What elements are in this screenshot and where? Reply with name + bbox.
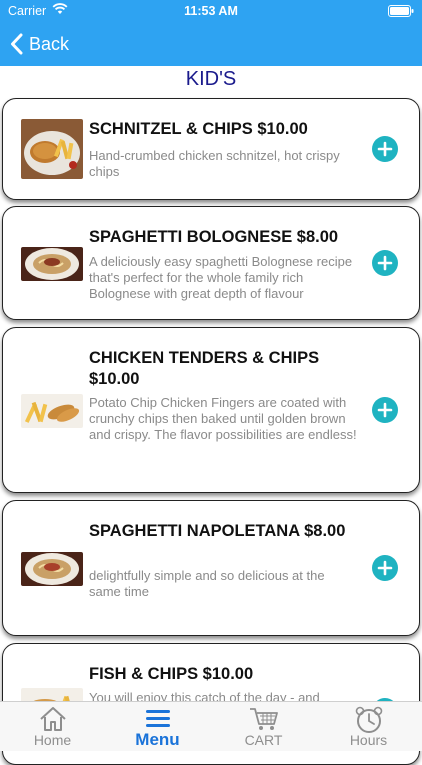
back-button[interactable]: Back: [10, 30, 69, 58]
tab-menu[interactable]: Menu: [105, 702, 210, 751]
tab-bar: Home Menu CART Hours: [0, 701, 422, 751]
back-label: Back: [29, 33, 70, 54]
page-title: KID'S: [185, 68, 237, 90]
menu-item-card[interactable]: SPAGHETTI BOLOGNESE $8.00 A deliciously …: [2, 206, 420, 320]
menu-icon: [105, 706, 210, 730]
menu-item-card[interactable]: SPAGHETTI NAPOLETANA $8.00 delightfully …: [2, 500, 420, 636]
add-to-cart-button[interactable]: [372, 250, 398, 276]
home-icon: [0, 706, 105, 732]
tab-home[interactable]: Home: [0, 702, 105, 751]
chevron-left-icon: [10, 33, 23, 55]
add-to-cart-button[interactable]: [372, 397, 398, 423]
tab-label: Home: [33, 732, 72, 748]
status-time: 11:53 AM: [184, 4, 238, 18]
plus-icon: [377, 402, 393, 418]
menu-item-description: A deliciously easy spaghetti Bolognese r…: [89, 254, 353, 301]
battery-icon: [388, 5, 414, 20]
status-bar: Carrier 11:53 AM: [0, 0, 422, 22]
menu-item-description: delightfully simple and so delicious at …: [89, 568, 325, 599]
clock-icon: [316, 706, 421, 734]
menu-item-title: SPAGHETTI NAPOLETANA $8.00: [89, 522, 346, 540]
food-image: [21, 552, 83, 586]
tab-label: Menu: [135, 730, 180, 749]
menu-item-card[interactable]: SCHNITZEL & CHIPS $10.00 Hand-crumbed ch…: [2, 98, 420, 200]
cart-icon: [211, 706, 316, 732]
menu-item-title: SPAGHETTI BOLOGNESE $8.00: [89, 228, 339, 246]
tab-hours[interactable]: Hours: [316, 702, 421, 751]
plus-icon: [377, 255, 393, 271]
tab-cart[interactable]: CART: [211, 702, 316, 751]
menu-item-title: FISH & CHIPS $10.00: [89, 665, 254, 683]
tab-label: Hours: [349, 732, 388, 748]
menu-item-title: CHICKEN TENDERS & CHIPS $10.00: [89, 349, 320, 388]
plus-icon: [377, 141, 393, 157]
menu-item-title: SCHNITZEL & CHIPS $10.00: [89, 120, 308, 138]
tab-label: CART: [244, 732, 283, 748]
menu-item-description: Potato Chip Chicken Fingers are coated w…: [89, 395, 357, 442]
navigation-bar: Back: [0, 22, 422, 66]
add-to-cart-button[interactable]: [372, 136, 398, 162]
food-image: [21, 394, 83, 428]
plus-icon: [377, 560, 393, 576]
food-image: [21, 119, 83, 179]
menu-item-card[interactable]: CHICKEN TENDERS & CHIPS $10.00 Potato Ch…: [2, 327, 420, 493]
food-image: [21, 247, 83, 281]
menu-item-description: Hand-crumbed chicken schnitzel, hot cris…: [89, 148, 340, 179]
add-to-cart-button[interactable]: [372, 555, 398, 581]
